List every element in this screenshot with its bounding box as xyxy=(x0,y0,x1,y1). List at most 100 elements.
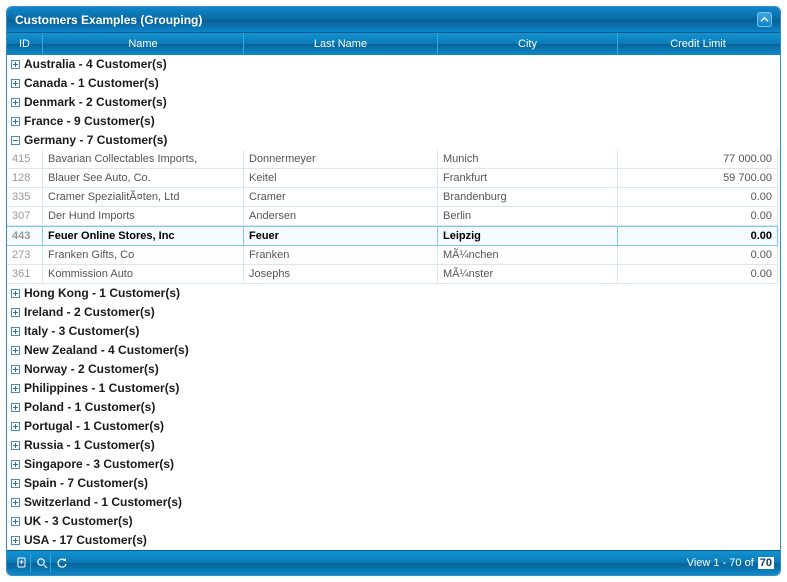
group-row[interactable]: Singapore - 3 Customer(s) xyxy=(7,455,780,474)
column-header-lastname[interactable]: Last Name xyxy=(244,33,438,55)
chevron-up-icon xyxy=(760,15,769,24)
expand-group-icon[interactable] xyxy=(11,346,20,355)
collapse-group-icon[interactable] xyxy=(11,136,20,145)
cell-id: 335 xyxy=(7,188,43,207)
cell-credit: 0.00 xyxy=(618,207,778,226)
cell-name: Der Hund Imports xyxy=(43,207,244,226)
group-label: Germany - 7 Customer(s) xyxy=(24,133,167,148)
group-row[interactable]: Norway - 2 Customer(s) xyxy=(7,360,780,379)
group-label: Italy - 3 Customer(s) xyxy=(24,324,139,339)
expand-group-icon[interactable] xyxy=(11,289,20,298)
group-label: France - 9 Customer(s) xyxy=(24,114,155,129)
group-row[interactable]: Australia - 4 Customer(s) xyxy=(7,55,780,74)
group-label: Portugal - 1 Customer(s) xyxy=(24,419,164,434)
cell-id: 273 xyxy=(7,246,43,265)
group-row[interactable]: Portugal - 1 Customer(s) xyxy=(7,417,780,436)
table-row[interactable]: 128Blauer See Auto, Co.KeitelFrankfurt59… xyxy=(7,169,780,188)
column-header-id[interactable]: ID xyxy=(7,33,43,55)
refresh-icon xyxy=(56,557,68,569)
view-range-label: View 1 - 70 of xyxy=(687,557,754,569)
customers-grid-panel: Customers Examples (Grouping) ID Name La… xyxy=(6,6,781,576)
collapse-button[interactable] xyxy=(757,12,772,27)
expand-group-icon[interactable] xyxy=(11,79,20,88)
group-row[interactable]: Canada - 1 Customer(s) xyxy=(7,74,780,93)
footer-toolbar xyxy=(13,554,71,572)
expand-group-icon[interactable] xyxy=(11,327,20,336)
table-row[interactable]: 443Feuer Online Stores, IncFeuerLeipzig0… xyxy=(7,226,780,246)
group-row[interactable]: Spain - 7 Customer(s) xyxy=(7,474,780,493)
table-row[interactable]: 307Der Hund ImportsAndersenBerlin0.00 xyxy=(7,207,780,226)
group-row[interactable]: Hong Kong - 1 Customer(s) xyxy=(7,284,780,303)
group-row[interactable]: USA - 17 Customer(s) xyxy=(7,531,780,550)
expand-group-icon[interactable] xyxy=(11,365,20,374)
group-label: Denmark - 2 Customer(s) xyxy=(24,95,167,110)
cell-city: Munich xyxy=(438,150,618,169)
cell-lname: Andersen xyxy=(244,207,438,226)
group-row[interactable]: France - 9 Customer(s) xyxy=(7,112,780,131)
group-row[interactable]: Philippines - 1 Customer(s) xyxy=(7,379,780,398)
cell-lname: Cramer xyxy=(244,188,438,207)
group-label: Ireland - 2 Customer(s) xyxy=(24,305,155,320)
expand-group-icon[interactable] xyxy=(11,384,20,393)
expand-group-icon[interactable] xyxy=(11,60,20,69)
group-row[interactable]: Germany - 7 Customer(s) xyxy=(7,131,780,150)
expand-group-icon[interactable] xyxy=(11,98,20,107)
expand-group-icon[interactable] xyxy=(11,498,20,507)
expand-group-icon[interactable] xyxy=(11,441,20,450)
group-row[interactable]: New Zealand - 4 Customer(s) xyxy=(7,341,780,360)
table-row[interactable]: 335Cramer SpezialitÃ¤ten, LtdCramerBrand… xyxy=(7,188,780,207)
panel-footer: View 1 - 70 of 70 xyxy=(7,550,780,575)
cell-name: Kommission Auto xyxy=(43,265,244,284)
group-row[interactable]: Italy - 3 Customer(s) xyxy=(7,322,780,341)
cell-credit: 0.00 xyxy=(618,246,778,265)
cell-id: 443 xyxy=(7,226,43,246)
group-row[interactable]: Ireland - 2 Customer(s) xyxy=(7,303,780,322)
group-label: Russia - 1 Customer(s) xyxy=(24,438,155,453)
group-label: UK - 3 Customer(s) xyxy=(24,514,133,529)
cell-name: Franken Gifts, Co xyxy=(43,246,244,265)
group-row[interactable]: UK - 3 Customer(s) xyxy=(7,512,780,531)
group-label: Poland - 1 Customer(s) xyxy=(24,400,155,415)
cell-city: Leipzig xyxy=(438,226,618,246)
cell-credit: 0.00 xyxy=(618,226,778,246)
cell-lname: Donnermeyer xyxy=(244,150,438,169)
column-header-name[interactable]: Name xyxy=(43,33,244,55)
group-label: USA - 17 Customer(s) xyxy=(24,533,147,548)
add-record-button[interactable] xyxy=(13,554,31,572)
panel-title: Customers Examples (Grouping) xyxy=(15,13,202,27)
group-row[interactable]: Poland - 1 Customer(s) xyxy=(7,398,780,417)
group-label: Switzerland - 1 Customer(s) xyxy=(24,495,182,510)
expand-group-icon[interactable] xyxy=(11,117,20,126)
expand-group-icon[interactable] xyxy=(11,460,20,469)
column-header-city[interactable]: City xyxy=(438,33,618,55)
expand-group-icon[interactable] xyxy=(11,517,20,526)
expand-group-icon[interactable] xyxy=(11,308,20,317)
cell-lname: Keitel xyxy=(244,169,438,188)
expand-group-icon[interactable] xyxy=(11,422,20,431)
table-row[interactable]: 361Kommission AutoJosephsMÃ¼nster0.00 xyxy=(7,265,780,284)
group-label: New Zealand - 4 Customer(s) xyxy=(24,343,189,358)
group-row[interactable]: Switzerland - 1 Customer(s) xyxy=(7,493,780,512)
refresh-button[interactable] xyxy=(53,554,71,572)
grid-column-headers: ID Name Last Name City Credit Limit xyxy=(7,33,780,55)
cell-city: MÃ¼nchen xyxy=(438,246,618,265)
group-label: Australia - 4 Customer(s) xyxy=(24,57,167,72)
group-row[interactable]: Russia - 1 Customer(s) xyxy=(7,436,780,455)
group-row[interactable]: Denmark - 2 Customer(s) xyxy=(7,93,780,112)
cell-credit: 0.00 xyxy=(618,188,778,207)
cell-credit: 59 700.00 xyxy=(618,169,778,188)
column-header-credit[interactable]: Credit Limit xyxy=(618,33,778,55)
search-button[interactable] xyxy=(33,554,51,572)
group-label: Canada - 1 Customer(s) xyxy=(24,76,159,91)
group-label: Spain - 7 Customer(s) xyxy=(24,476,148,491)
cell-city: Berlin xyxy=(438,207,618,226)
table-row[interactable]: 415Bavarian Collectables Imports,Donnerm… xyxy=(7,150,780,169)
table-row[interactable]: 273Franken Gifts, CoFrankenMÃ¼nchen0.00 xyxy=(7,246,780,265)
panel-header: Customers Examples (Grouping) xyxy=(7,7,780,33)
cell-id: 415 xyxy=(7,150,43,169)
expand-group-icon[interactable] xyxy=(11,479,20,488)
cell-name: Feuer Online Stores, Inc xyxy=(43,226,244,246)
cell-name: Cramer SpezialitÃ¤ten, Ltd xyxy=(43,188,244,207)
view-count: View 1 - 70 of 70 xyxy=(687,557,774,569)
expand-group-icon[interactable] xyxy=(11,403,20,412)
